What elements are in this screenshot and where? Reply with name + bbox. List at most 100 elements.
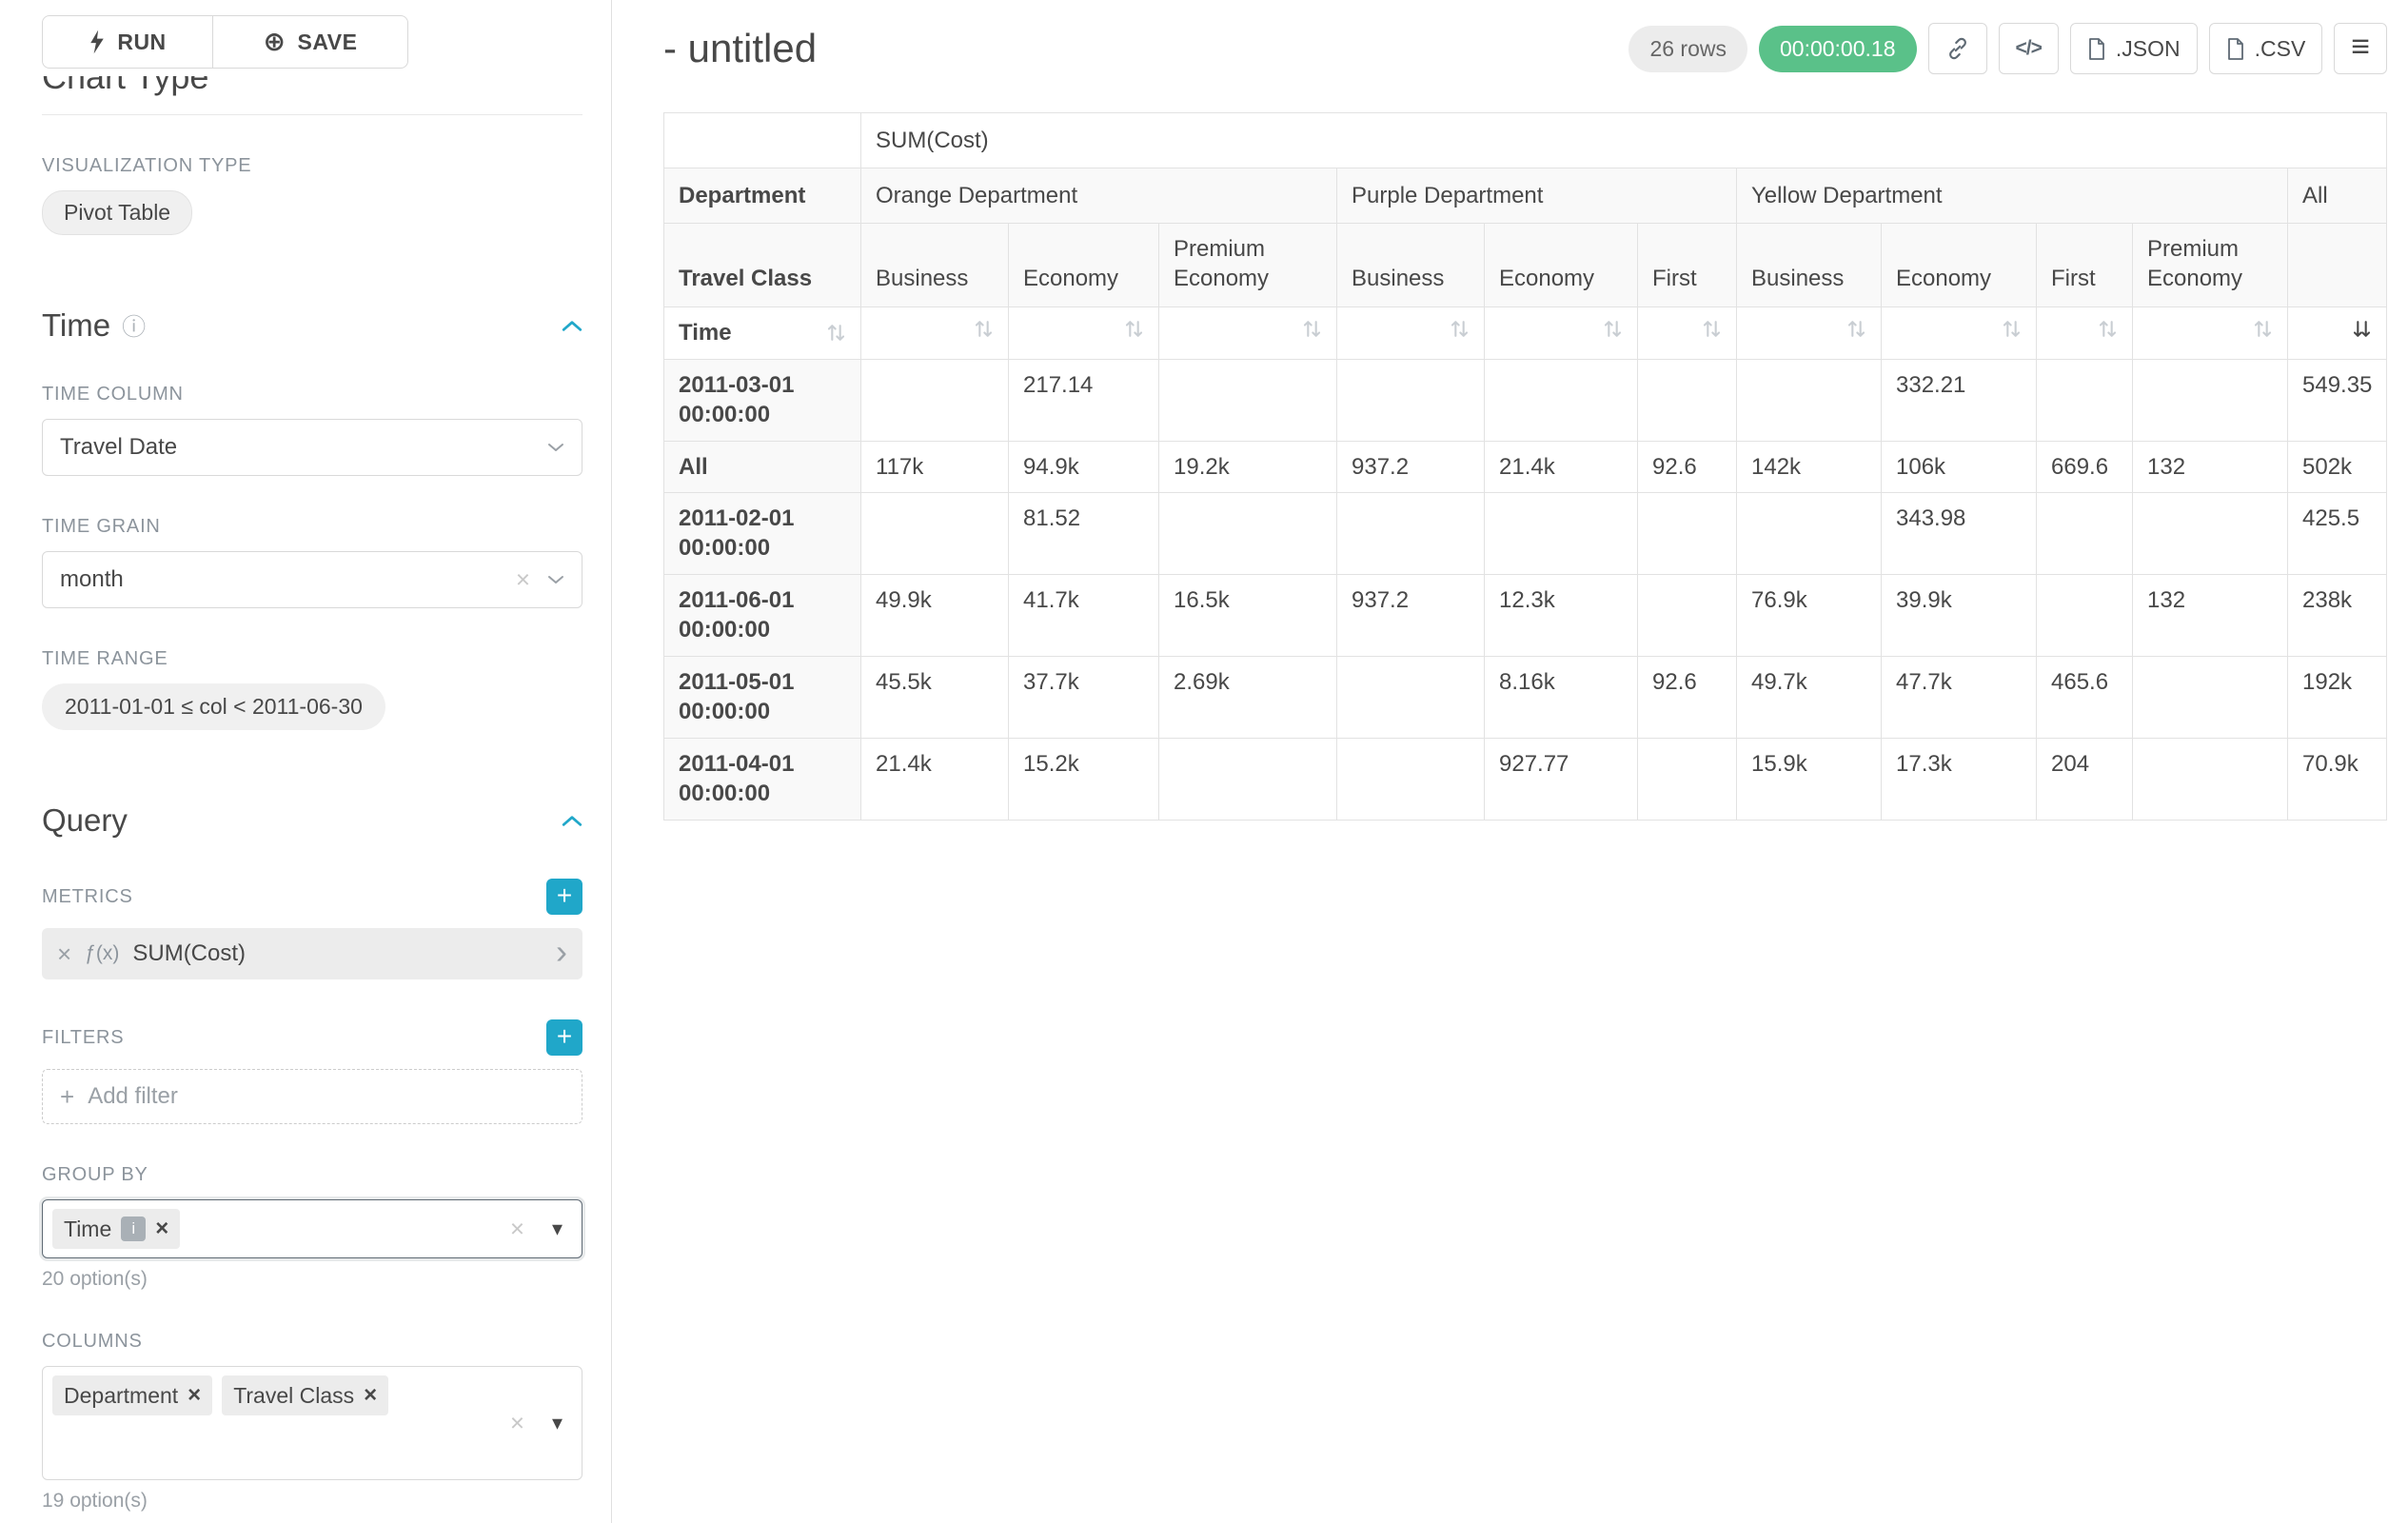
column-sorter[interactable] [2037, 307, 2133, 359]
chevron-up-icon[interactable] [562, 319, 582, 332]
sort-descending-icon[interactable] [2352, 318, 2372, 340]
column-sorter[interactable] [1485, 307, 1638, 359]
export-json-button[interactable]: .JSON [2070, 23, 2198, 74]
save-button[interactable]: ⊕ SAVE [212, 15, 408, 69]
all-column-header[interactable]: All [2288, 168, 2387, 224]
columns-tag[interactable]: Department × [52, 1375, 212, 1415]
row-dimension-inner: Time [679, 318, 846, 347]
row-dimension-cell[interactable]: Time [664, 307, 861, 359]
columns-tag[interactable]: Travel Class × [222, 1375, 388, 1415]
sort-toggle-icon[interactable] [1302, 318, 1322, 340]
plus-icon: + [60, 1082, 74, 1112]
travel-class-header[interactable]: Economy [1882, 224, 2037, 307]
column-sorter[interactable] [1009, 307, 1159, 359]
section-divider [42, 114, 582, 115]
time-section-header[interactable]: Time ⓘ [42, 307, 582, 344]
column-sorter[interactable] [1638, 307, 1737, 359]
sort-toggle-icon[interactable] [1603, 318, 1623, 340]
remove-tag-icon[interactable]: × [155, 1216, 168, 1242]
clear-all-icon[interactable]: × [510, 1409, 524, 1438]
save-button-label: SAVE [298, 30, 358, 55]
sort-toggle-icon[interactable] [1450, 318, 1470, 340]
row-header-cell: 2011-03-01 00:00:00 [664, 359, 861, 441]
export-csv-button[interactable]: .CSV [2209, 23, 2323, 74]
columns-select[interactable]: Department × Travel Class × × ▾ [42, 1366, 582, 1480]
time-grain-select[interactable]: month × [42, 551, 582, 608]
column-sorter[interactable] [1337, 307, 1485, 359]
chevron-down-icon [547, 443, 564, 453]
sort-toggle-icon[interactable] [2098, 318, 2118, 340]
value-cell [2037, 574, 2133, 656]
travel-class-header[interactable]: First [1638, 224, 1737, 307]
row-header-cell: 2011-06-01 00:00:00 [664, 574, 861, 656]
value-cell: 343.98 [1882, 492, 2037, 574]
sort-toggle-icon[interactable] [2253, 318, 2273, 340]
travel-class-header[interactable]: Business [1737, 224, 1882, 307]
remove-metric-icon[interactable]: × [57, 940, 71, 969]
column-sorter[interactable] [861, 307, 1009, 359]
query-section-header[interactable]: Query [42, 802, 582, 839]
sort-toggle-icon[interactable] [1124, 318, 1144, 340]
column-sorter[interactable] [2133, 307, 2288, 359]
travel-class-header[interactable]: Business [1337, 224, 1485, 307]
total-column-sorter[interactable] [2288, 307, 2387, 359]
copy-link-button[interactable] [1928, 23, 1987, 74]
sort-toggle-icon[interactable] [1846, 318, 1866, 340]
travel-class-header[interactable]: Premium Economy [1159, 224, 1337, 307]
query-section-title: Query [42, 802, 128, 839]
value-cell [1737, 492, 1882, 574]
caret-down-icon[interactable]: ▾ [552, 1216, 563, 1241]
travel-class-header[interactable]: Economy [1485, 224, 1638, 307]
sort-toggle-icon[interactable] [974, 318, 994, 340]
value-cell: 21.4k [1485, 441, 1638, 492]
remove-tag-icon[interactable]: × [188, 1382, 201, 1409]
caret-down-icon[interactable]: ▾ [552, 1411, 563, 1435]
explore-page: RUN ⊕ SAVE Chart Type VISUALIZATION TYPE… [0, 0, 2408, 1523]
department-group-header[interactable]: Yellow Department [1737, 168, 2288, 224]
time-range-pill[interactable]: 2011-01-01 ≤ col < 2011-06-30 [42, 683, 385, 730]
column-sorter[interactable] [1159, 307, 1337, 359]
travel-class-header[interactable]: Economy [1009, 224, 1159, 307]
value-cell [1159, 738, 1337, 820]
chevron-up-icon[interactable] [562, 814, 582, 827]
value-cell [1638, 738, 1737, 820]
run-button[interactable]: RUN [42, 15, 213, 69]
query-timer-badge: 00:00:00.18 [1759, 26, 1917, 72]
value-cell: 19.2k [1159, 441, 1337, 492]
time-column-select[interactable]: Travel Date [42, 419, 582, 476]
group-by-tag[interactable]: Time i × [52, 1209, 180, 1249]
metric-chip[interactable]: × ƒ(x) SUM(Cost) › [42, 928, 582, 979]
column-subdimension-label: Travel Class [664, 224, 861, 307]
sort-toggle-icon[interactable] [826, 322, 846, 344]
column-sorter[interactable] [1737, 307, 1882, 359]
sort-toggle-icon[interactable] [1702, 318, 1722, 340]
value-cell [1485, 359, 1638, 441]
remove-tag-icon[interactable]: × [364, 1382, 377, 1409]
travel-class-header[interactable]: First [2037, 224, 2133, 307]
department-group-header[interactable]: Orange Department [861, 168, 1337, 224]
all-subheader-empty [2288, 224, 2387, 307]
add-filter-box[interactable]: + Add filter [42, 1069, 582, 1124]
value-cell [1159, 492, 1337, 574]
row-total-cell: 238k [2288, 574, 2387, 656]
view-query-button[interactable]: </> [1999, 23, 2059, 74]
plus-circle-icon: ⊕ [264, 29, 286, 55]
viz-type-pill[interactable]: Pivot Table [42, 190, 192, 235]
info-badge-icon: i [121, 1216, 146, 1241]
sort-toggle-icon[interactable] [2002, 318, 2022, 340]
sorter-row: Time [664, 307, 2387, 359]
clear-all-icon[interactable]: × [510, 1215, 524, 1244]
group-by-select[interactable]: Time i × × ▾ [42, 1199, 582, 1258]
file-icon [2087, 37, 2106, 61]
add-filter-button[interactable]: + [546, 1019, 582, 1056]
menu-button[interactable]: ≡ [2334, 23, 2387, 74]
travel-class-header[interactable]: Business [861, 224, 1009, 307]
chart-title: - untitled [663, 26, 817, 71]
department-header-row: DepartmentOrange DepartmentPurple Depart… [664, 168, 2387, 224]
clear-icon[interactable]: × [516, 565, 530, 595]
column-sorter[interactable] [1882, 307, 2037, 359]
department-group-header[interactable]: Purple Department [1337, 168, 1737, 224]
add-metric-button[interactable]: + [546, 879, 582, 915]
lightning-icon [89, 30, 106, 54]
travel-class-header[interactable]: Premium Economy [2133, 224, 2288, 307]
